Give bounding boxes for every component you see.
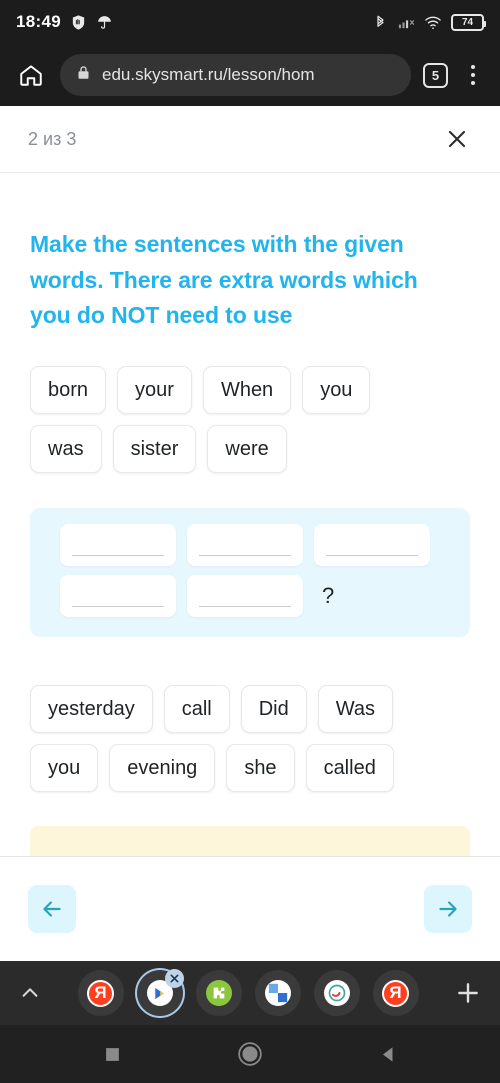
chevron-up-icon[interactable] bbox=[10, 973, 50, 1013]
answer-slot[interactable] bbox=[60, 574, 176, 617]
tab-yandex-1[interactable]: Я bbox=[73, 965, 129, 1021]
answer-drop-zone[interactable]: ? bbox=[30, 507, 470, 637]
word-chip[interactable]: call bbox=[163, 684, 230, 733]
word-chip[interactable]: yesterday bbox=[30, 684, 153, 733]
battery-level: 74 bbox=[461, 16, 474, 28]
arrow-right-icon bbox=[439, 901, 457, 917]
word-chip[interactable]: you bbox=[302, 365, 371, 414]
lesson-content: Make the sentences with the given words.… bbox=[0, 227, 500, 856]
word-chip[interactable]: called bbox=[305, 743, 394, 792]
tab-counter-label: 5 bbox=[431, 67, 440, 83]
browser-toolbar: edu.skysmart.ru/lesson/hom 5 bbox=[0, 44, 500, 106]
plus-icon[interactable] bbox=[446, 971, 490, 1015]
browser-tab-strip: Я Я bbox=[0, 961, 500, 1025]
word-chip[interactable]: she bbox=[226, 743, 295, 792]
clock: 18:49 bbox=[16, 12, 61, 31]
triangle-back-icon[interactable] bbox=[368, 1034, 408, 1074]
word-chip[interactable]: was bbox=[30, 424, 102, 473]
answer-row-1 bbox=[30, 523, 470, 566]
status-bar-right: 74 bbox=[373, 13, 486, 31]
progress-indicator: 2 из 3 bbox=[28, 128, 77, 149]
close-icon[interactable] bbox=[164, 969, 184, 988]
tab-list: Я Я bbox=[52, 965, 444, 1021]
address-bar[interactable]: edu.skysmart.ru/lesson/hom bbox=[60, 54, 411, 96]
word-chip[interactable]: were bbox=[207, 424, 287, 473]
answer-slot[interactable] bbox=[314, 523, 430, 566]
answer-slot[interactable] bbox=[187, 574, 303, 617]
tab-counter-button[interactable]: 5 bbox=[423, 62, 448, 88]
close-icon[interactable] bbox=[442, 124, 472, 154]
home-button[interactable] bbox=[14, 58, 48, 92]
tab-swirl[interactable] bbox=[309, 965, 365, 1021]
second-answer-drop-zone[interactable] bbox=[30, 825, 470, 856]
cellular-signal-off-icon bbox=[397, 14, 415, 31]
status-bar-left: 18:49 bbox=[16, 12, 113, 32]
word-bank-2-row-1: yesterday call Did Was bbox=[30, 684, 470, 733]
circle-home-icon[interactable] bbox=[230, 1034, 270, 1074]
phone-screen: 18:49 74 edu.skysmart.ru/lesson/hom 5 2 … bbox=[0, 0, 500, 1083]
word-bank-1-row-1: born your When you bbox=[30, 365, 470, 414]
lesson-page: 2 из 3 Make the sentences with the given… bbox=[0, 106, 500, 856]
square-recents-icon[interactable] bbox=[92, 1034, 132, 1074]
word-bank-2-row-2: you evening she called bbox=[30, 743, 470, 792]
yandex-icon: Я bbox=[87, 979, 114, 1007]
lesson-header: 2 из 3 bbox=[0, 106, 500, 173]
android-nav-bar bbox=[0, 1025, 500, 1083]
word-chip[interactable]: evening bbox=[109, 743, 216, 792]
lock-icon bbox=[76, 64, 91, 86]
tab-grid[interactable] bbox=[250, 965, 306, 1021]
puzzle-app-icon bbox=[205, 980, 232, 1006]
previous-task-button[interactable] bbox=[28, 885, 76, 933]
word-chip[interactable]: born bbox=[30, 365, 107, 414]
wifi-icon bbox=[424, 14, 442, 31]
word-chip[interactable]: When bbox=[202, 365, 292, 414]
bluetooth-icon bbox=[373, 14, 388, 31]
lesson-nav-footer bbox=[0, 856, 500, 961]
android-status-bar: 18:49 74 bbox=[0, 0, 500, 44]
sentence-punctuation: ? bbox=[322, 582, 335, 608]
arrow-left-icon bbox=[43, 901, 61, 917]
answer-row-2: ? bbox=[30, 574, 470, 617]
answer-slot[interactable] bbox=[60, 523, 176, 566]
task-instruction: Make the sentences with the given words.… bbox=[30, 231, 418, 329]
tab-active-play[interactable] bbox=[132, 965, 188, 1021]
umbrella-icon bbox=[96, 14, 113, 31]
tab-yandex-2[interactable]: Я bbox=[368, 965, 424, 1021]
yandex-icon: Я bbox=[382, 979, 409, 1007]
word-chip[interactable]: Did bbox=[240, 684, 307, 733]
word-chip[interactable]: sister bbox=[112, 424, 197, 473]
kebab-menu-icon[interactable] bbox=[460, 60, 486, 90]
swirl-icon bbox=[323, 980, 350, 1006]
battery-indicator: 74 bbox=[451, 13, 486, 31]
word-bank-1-row-2: was sister were bbox=[30, 424, 470, 473]
next-task-button[interactable] bbox=[424, 885, 472, 933]
word-chip[interactable]: you bbox=[30, 743, 99, 792]
grid-squares-icon bbox=[264, 980, 291, 1006]
word-chip[interactable]: your bbox=[117, 365, 192, 414]
url-text: edu.skysmart.ru/lesson/hom bbox=[102, 65, 315, 84]
answer-slot[interactable] bbox=[187, 523, 303, 566]
shield-hand-icon bbox=[70, 14, 87, 31]
word-chip[interactable]: Was bbox=[317, 684, 394, 733]
tab-puzzle[interactable] bbox=[191, 965, 247, 1021]
